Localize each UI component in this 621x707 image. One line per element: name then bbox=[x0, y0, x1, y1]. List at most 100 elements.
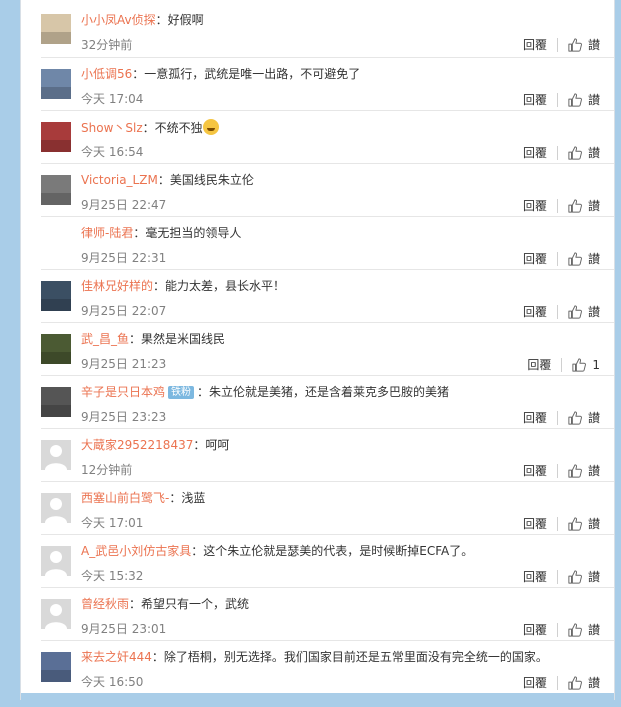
comment-actions: 回覆 讃 bbox=[523, 197, 600, 214]
comment-text: 浅蓝 bbox=[181, 491, 206, 505]
like-label: 讃 bbox=[587, 252, 600, 266]
like-label: 讃 bbox=[587, 570, 600, 584]
comment-username-link[interactable]: A_武邑小刘仿古家具 bbox=[81, 544, 191, 558]
action-divider bbox=[556, 569, 558, 584]
thumbs-up-icon bbox=[568, 251, 582, 266]
comment-username-link[interactable]: 武_昌_鱼 bbox=[81, 332, 129, 346]
reply-button[interactable]: 回覆 bbox=[523, 462, 547, 479]
like-button[interactable]: 讃 bbox=[568, 674, 600, 691]
reply-button[interactable]: 回覆 bbox=[523, 568, 547, 585]
comment-username-link[interactable]: 西塞山前白鹭飞- bbox=[81, 491, 169, 505]
user-avatar-icon[interactable] bbox=[41, 546, 71, 576]
comment-item: Show丶Slz：不统不独 今天 16:54 回覆 讃 bbox=[41, 111, 614, 164]
thumbs-up-icon bbox=[568, 145, 582, 160]
comment-content: 大蔵家2952218437：呵呵 bbox=[81, 437, 229, 453]
comment-actions: 回覆 讃 bbox=[523, 674, 600, 691]
comment-actions: 回覆 讃 bbox=[523, 462, 600, 479]
like-label: 讃 bbox=[587, 517, 600, 531]
colon-separator: ： bbox=[157, 173, 170, 187]
comment-content: Victoria_LZM：美国线民朱立伦 bbox=[81, 172, 254, 188]
comment-timestamp: 12分钟前 bbox=[81, 463, 133, 477]
reply-button[interactable]: 回覆 bbox=[523, 91, 547, 108]
reply-button[interactable]: 回覆 bbox=[527, 356, 551, 373]
comment-username-link[interactable]: 大蔵家2952218437 bbox=[81, 438, 193, 452]
comment-username-link[interactable]: 小小凤Av侦探 bbox=[81, 13, 156, 27]
comment-text: 不统不独 bbox=[154, 121, 203, 135]
comment-username-link[interactable]: Victoria_LZM bbox=[81, 173, 158, 187]
user-avatar-icon[interactable] bbox=[41, 440, 71, 470]
reply-button[interactable]: 回覆 bbox=[523, 36, 547, 53]
like-button[interactable]: 讃 bbox=[568, 250, 600, 267]
user-avatar-icon[interactable] bbox=[41, 175, 71, 205]
reply-button[interactable]: 回覆 bbox=[523, 515, 547, 532]
user-avatar-icon[interactable] bbox=[41, 281, 71, 311]
comment-content: Show丶Slz：不统不独 bbox=[81, 119, 219, 136]
user-avatar-icon[interactable] bbox=[41, 14, 71, 44]
user-avatar-icon[interactable] bbox=[41, 387, 71, 417]
comment-username-link[interactable]: 小低调56 bbox=[81, 67, 132, 81]
colon-separator: ： bbox=[151, 650, 164, 664]
user-avatar-icon[interactable] bbox=[41, 334, 71, 364]
like-button[interactable]: 讃 bbox=[568, 197, 600, 214]
user-avatar-icon[interactable] bbox=[41, 69, 71, 99]
reply-button[interactable]: 回覆 bbox=[523, 674, 547, 691]
colon-separator: ： bbox=[169, 491, 182, 505]
comment-actions: 回覆 讃 bbox=[523, 515, 600, 532]
action-divider bbox=[556, 37, 558, 52]
like-label: 讃 bbox=[587, 199, 600, 213]
like-button[interactable]: 讃 bbox=[568, 568, 600, 585]
comment-item: 佳林兄好样的：能力太差，县长水平！ 9月25日 22:07 回覆 讃 bbox=[41, 270, 614, 323]
comment-username-link[interactable]: 来去之奸444 bbox=[81, 650, 152, 664]
panel-bottom-gap bbox=[21, 693, 614, 700]
user-avatar-icon[interactable] bbox=[41, 122, 71, 152]
like-button[interactable]: 讃 bbox=[568, 36, 600, 53]
like-label: 讃 bbox=[587, 411, 600, 425]
comment-timestamp: 今天 16:50 bbox=[81, 675, 144, 689]
like-button[interactable]: 讃 bbox=[568, 91, 600, 108]
fan-badge[interactable]: 铁粉 bbox=[168, 386, 195, 399]
user-avatar-icon[interactable] bbox=[41, 493, 71, 523]
comment-username-link[interactable]: 辛子是只日本鸡 bbox=[81, 385, 165, 399]
reply-button[interactable]: 回覆 bbox=[523, 250, 547, 267]
action-divider bbox=[556, 198, 558, 213]
reply-button[interactable]: 回覆 bbox=[523, 621, 547, 638]
comment-username-link[interactable]: Show丶Slz bbox=[81, 121, 143, 135]
reply-button[interactable]: 回覆 bbox=[523, 197, 547, 214]
comment-item: Victoria_LZM：美国线民朱立伦 9月25日 22:47 回覆讃 bbox=[41, 164, 614, 217]
comment-text: 这个朱立伦就是瑟美的代表，是时候断掉ECFA了。 bbox=[203, 544, 474, 558]
laughing-emoji-icon bbox=[202, 119, 219, 135]
comment-content: 来去之奸444：除了梧桐，别无选择。我们国家目前还是五常里面没有完全统一的国家。 bbox=[81, 649, 548, 665]
reply-button[interactable]: 回覆 bbox=[523, 303, 547, 320]
user-avatar-icon[interactable] bbox=[41, 228, 71, 258]
comment-actions: 回覆 讃 bbox=[523, 36, 600, 53]
like-button[interactable]: 讃 bbox=[568, 409, 600, 426]
like-label: 讃 bbox=[587, 464, 600, 478]
like-button[interactable]: 讃 bbox=[568, 621, 600, 638]
colon-separator: ： bbox=[155, 13, 168, 27]
reply-button[interactable]: 回覆 bbox=[523, 409, 547, 426]
action-divider bbox=[556, 92, 558, 107]
like-label: 讃 bbox=[587, 305, 600, 319]
like-button[interactable]: 讃 bbox=[568, 462, 600, 479]
thumbs-up-icon bbox=[568, 37, 582, 52]
like-label: 讃 bbox=[587, 676, 600, 690]
colon-separator: ： bbox=[129, 332, 142, 346]
like-button[interactable]: 1 bbox=[572, 358, 600, 372]
reply-button[interactable]: 回覆 bbox=[523, 144, 547, 161]
comment-panel: 小小凤Av侦探：好假啊 32分钟前 回覆讃小低调56：一意孤行，武统是唯一出路，不可… bbox=[20, 0, 615, 700]
comment-actions: 回覆 讃 bbox=[523, 409, 600, 426]
like-button[interactable]: 讃 bbox=[568, 303, 600, 320]
like-button[interactable]: 讃 bbox=[568, 144, 600, 161]
thumbs-up-icon bbox=[568, 675, 582, 690]
like-button[interactable]: 讃 bbox=[568, 515, 600, 532]
colon-separator: ： bbox=[132, 67, 145, 81]
comment-username-link[interactable]: 曾经秋雨 bbox=[81, 597, 129, 611]
comment-username-link[interactable]: 律师-陆君 bbox=[81, 226, 133, 240]
comment-item: 武_昌_鱼：果然是米国线民 9月25日 21:23 回覆 1 bbox=[41, 323, 614, 376]
comment-text: 好假啊 bbox=[167, 13, 204, 27]
comment-timestamp: 今天 16:54 bbox=[81, 145, 144, 159]
user-avatar-icon[interactable] bbox=[41, 599, 71, 629]
comment-content: 佳林兄好样的：能力太差，县长水平！ bbox=[81, 278, 285, 294]
comment-username-link[interactable]: 佳林兄好样的 bbox=[81, 279, 153, 293]
user-avatar-icon[interactable] bbox=[41, 652, 71, 682]
